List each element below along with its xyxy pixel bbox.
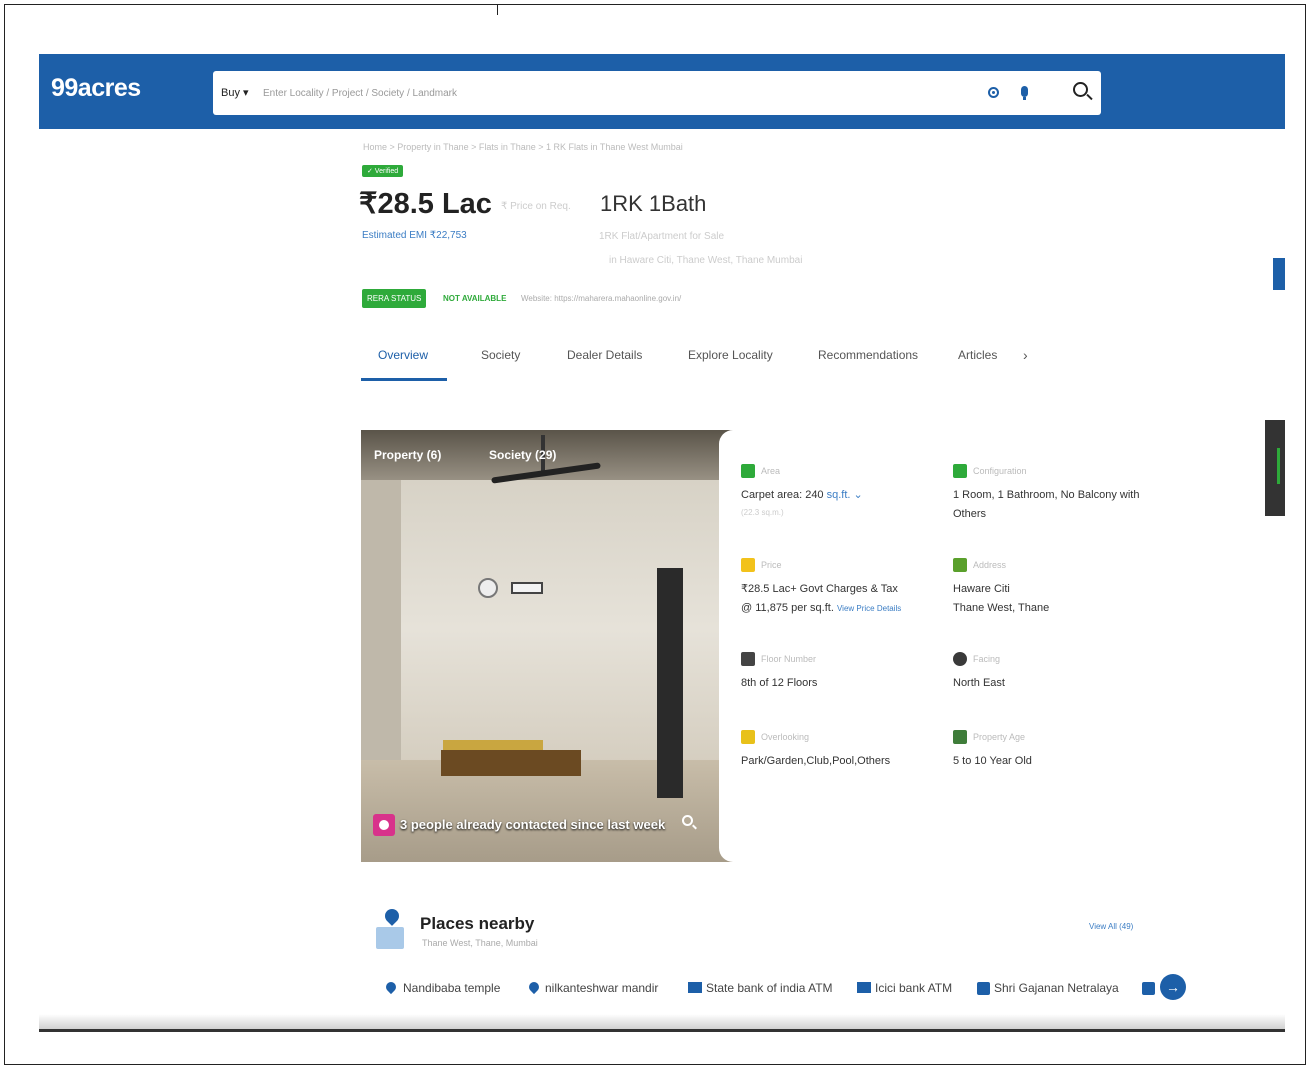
location-pin-icon xyxy=(383,979,399,995)
photo-air-conditioner xyxy=(511,582,543,594)
photo-door xyxy=(657,568,683,798)
price-line-1: ₹28.5 Lac+ Govt Charges & Tax xyxy=(741,583,898,595)
map-illustration xyxy=(376,927,404,949)
page-mark xyxy=(497,5,498,15)
listing-location: in Haware Citi, Thane West, Thane Mumbai xyxy=(609,255,803,266)
places-nearby-list: Nandibaba temple nilkanteshwar mandir St… xyxy=(383,978,1194,1000)
pin-icon xyxy=(382,906,402,926)
hospital-icon xyxy=(1142,982,1155,995)
gallery-tab-property[interactable]: Property (6) xyxy=(374,448,441,462)
tab-overview[interactable]: Overview xyxy=(378,348,428,362)
rera-status-badge: RERA STATUS xyxy=(362,289,427,308)
address-line-1: Haware Citi xyxy=(953,583,1010,595)
window-icon xyxy=(741,730,755,744)
price-subtext: ₹ Price on Req. xyxy=(501,201,571,212)
house-icon xyxy=(953,730,967,744)
contact-activity-banner: 3 people already contacted since last we… xyxy=(373,810,713,840)
detail-value: 8th of 12 Floors xyxy=(741,677,818,689)
section-tabs: Overview Society Dealer Details Explore … xyxy=(361,336,1061,382)
detail-value: 5 to 10 Year Old xyxy=(953,755,1032,767)
price-tag-icon xyxy=(741,558,755,572)
detail-value: Haware Citi Thane West, Thane xyxy=(953,580,1049,618)
area-value: Carpet area: 240 xyxy=(741,489,824,501)
location-icon[interactable] xyxy=(988,87,999,98)
places-nearby-title: Places nearby xyxy=(420,914,535,933)
place-item[interactable]: Shri Gajanan Netralaya xyxy=(994,981,1119,995)
photo-gallery[interactable]: Property (6) Society (29) 3 people alrea… xyxy=(361,430,743,862)
places-map-pin-icon xyxy=(376,906,406,951)
listing-price: ₹28.5 Lac xyxy=(359,188,492,220)
detail-label: Area xyxy=(761,466,781,476)
detail-value: North East xyxy=(953,677,1005,689)
side-scroll-marker xyxy=(1273,258,1285,290)
config-line-2: Others xyxy=(953,508,987,520)
configuration-icon xyxy=(953,464,967,478)
places-nearby-subtitle: Thane West, Thane, Mumbai xyxy=(422,938,538,948)
side-contact-widget[interactable] xyxy=(1265,420,1285,516)
detail-value: Carpet area: 240 sq.ft. ⌄ xyxy=(741,486,863,505)
detail-label: Floor Number xyxy=(761,654,817,664)
places-next-button[interactable]: → xyxy=(1160,974,1186,1000)
signpost-icon xyxy=(953,558,967,572)
detail-label: Configuration xyxy=(973,466,1027,476)
tabs-next-chevron-icon[interactable]: › xyxy=(1023,347,1028,363)
config-line-1: 1 Room, 1 Bathroom, No Balcony with xyxy=(953,489,1140,501)
breadcrumb[interactable]: Home > Property in Thane > Flats in Than… xyxy=(363,142,683,152)
tab-recommendations[interactable]: Recommendations xyxy=(818,348,918,362)
place-item[interactable]: Icici bank ATM xyxy=(875,981,952,995)
emi-link[interactable]: Estimated EMI ₹22,753 xyxy=(362,230,467,241)
detail-value: ₹28.5 Lac+ Govt Charges & Tax @ 11,875 pe… xyxy=(741,580,901,618)
microphone-icon[interactable] xyxy=(1021,86,1028,100)
photo-wall-clock xyxy=(478,578,498,598)
tab-society[interactable]: Society xyxy=(481,348,520,362)
tab-articles[interactable]: Articles xyxy=(958,348,997,362)
detail-label: Address xyxy=(973,560,1007,570)
address-line-2: Thane West, Thane xyxy=(953,602,1050,614)
gallery-tab-society[interactable]: Society (29) xyxy=(489,448,556,462)
detail-value: Park/Garden,Club,Pool,Others xyxy=(741,755,891,767)
detail-value: 1 Room, 1 Bathroom, No Balcony with Other… xyxy=(953,486,1139,524)
price-line-2: @ 11,875 per sq.ft. xyxy=(741,602,834,614)
tab-dealer-details[interactable]: Dealer Details xyxy=(567,348,642,362)
atm-icon xyxy=(857,982,871,993)
site-logo[interactable]: 99acres xyxy=(51,74,141,103)
listing-subtitle: 1RK Flat/Apartment for Sale xyxy=(599,231,725,242)
compass-icon xyxy=(953,652,967,666)
listing-configuration: 1RK 1Bath xyxy=(600,191,707,216)
browser-screen: 99acres Buy ▾ Home > Property in Thane >… xyxy=(39,54,1285,1032)
building-icon xyxy=(741,652,755,666)
search-icon[interactable] xyxy=(1073,82,1088,97)
detail-label: Overlooking xyxy=(761,732,810,742)
verified-badge: ✓ Verified xyxy=(362,165,404,177)
scanned-page: 99acres Buy ▾ Home > Property in Thane >… xyxy=(4,4,1306,1065)
view-price-details-link[interactable]: View Price Details xyxy=(837,604,901,613)
search-bar: Buy ▾ xyxy=(213,71,1101,115)
detail-label: Property Age xyxy=(973,732,1026,742)
area-icon xyxy=(741,464,755,478)
place-item[interactable]: State bank of india ATM xyxy=(706,981,833,995)
place-item[interactable]: nilkanteshwar mandir xyxy=(545,981,658,995)
header-bar: 99acres Buy ▾ xyxy=(39,54,1285,129)
photo-bed xyxy=(441,750,581,776)
location-pin-icon xyxy=(526,979,542,995)
area-subvalue: (22.3 sq.m.) xyxy=(741,508,784,517)
contact-activity-text: 3 people already contacted since last we… xyxy=(400,817,666,832)
atm-icon xyxy=(688,982,702,993)
rera-website[interactable]: Website: https://maharera.mahaonline.gov… xyxy=(521,294,681,303)
tab-explore-locality[interactable]: Explore Locality xyxy=(688,348,773,362)
detail-label: Facing xyxy=(973,654,1001,664)
people-icon xyxy=(373,814,395,836)
page-bottom-edge xyxy=(39,1014,1285,1029)
rera-status-value: NOT AVAILABLE xyxy=(443,294,507,303)
active-tab-indicator xyxy=(361,378,447,381)
place-item[interactable]: Nandibaba temple xyxy=(403,981,500,995)
zoom-icon[interactable] xyxy=(682,815,693,826)
hospital-icon xyxy=(977,982,990,995)
area-unit-select[interactable]: sq.ft. ⌄ xyxy=(827,489,863,501)
search-input[interactable] xyxy=(263,79,963,107)
buy-dropdown[interactable]: Buy ▾ xyxy=(221,86,249,99)
view-all-places-link[interactable]: View All (49) xyxy=(1089,922,1133,931)
detail-label: Price xyxy=(761,560,782,570)
